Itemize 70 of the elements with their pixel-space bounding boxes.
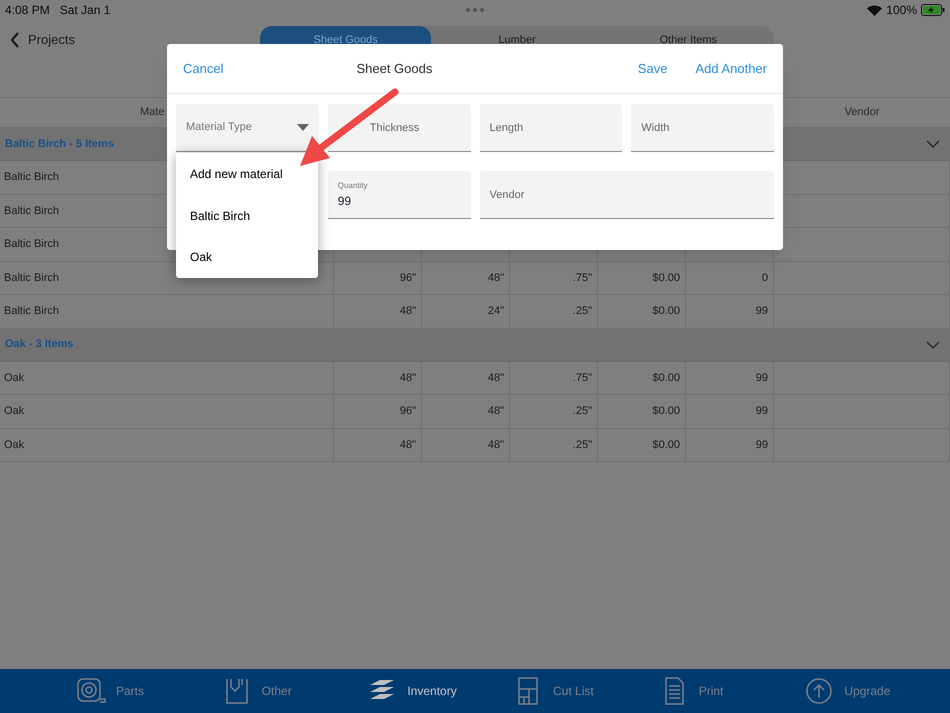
table-cell-text: 48" xyxy=(488,404,504,419)
tab-bar-item[interactable]: Other xyxy=(222,677,368,705)
table-cell-text: 96" xyxy=(400,404,416,419)
input-field[interactable]: Vendor xyxy=(480,171,774,219)
table-cell-text: Baltic Birch xyxy=(4,170,60,185)
tab-bar-item[interactable]: Parts xyxy=(76,677,222,705)
table-cell-text: .25" xyxy=(572,438,592,452)
more-dots-icon xyxy=(466,8,484,12)
tab-bar-item[interactable]: Upgrade xyxy=(804,677,950,705)
battery-charging-icon xyxy=(921,4,945,16)
input-field[interactable]: Width xyxy=(631,104,774,152)
table-cell-text: $0.00 xyxy=(652,270,680,286)
table-cell-text: $0.00 xyxy=(652,304,680,319)
dropdown-option[interactable]: Baltic Birch xyxy=(176,194,318,236)
status-date: Sat Jan 1 xyxy=(60,2,110,19)
table-cell-text: .75" xyxy=(572,370,592,386)
table-cell-text: 48" xyxy=(400,304,416,319)
table-cell-text: Oak xyxy=(4,370,24,386)
quantity-field[interactable]: Quantity 99 xyxy=(328,171,470,219)
table-cell-text: Baltic Birch xyxy=(4,270,60,286)
status-time: 4:08 PM xyxy=(5,2,50,19)
material-type-select[interactable]: Material Type xyxy=(176,104,319,152)
tab-bar-item[interactable]: Inventory xyxy=(367,677,514,705)
table-cell-text: 48" xyxy=(488,438,504,452)
table-cell-text: 99 xyxy=(756,304,768,319)
table-cell-text: 48" xyxy=(488,370,504,386)
cancel-button[interactable]: Cancel xyxy=(183,58,224,78)
tab-bar-item[interactable]: Print xyxy=(658,677,804,705)
column-header: Mate xyxy=(140,105,164,120)
up-arrow-circle-icon xyxy=(804,677,834,705)
table-cell-text: Baltic Birch xyxy=(4,304,60,319)
back-button[interactable]: Projects xyxy=(10,30,75,50)
dropdown-caret-icon xyxy=(296,124,309,131)
table-cell-text: Baltic Birch xyxy=(4,204,60,218)
table-cell-text: $0.00 xyxy=(652,370,680,386)
segment-tab[interactable]: Lumber xyxy=(431,26,603,58)
input-field[interactable]: Length xyxy=(480,104,622,152)
table-cell-text: Baltic Birch xyxy=(4,237,60,252)
table-cell-text: 96" xyxy=(400,270,416,286)
back-chevron-icon xyxy=(10,32,20,48)
table-cell-text: $0.00 xyxy=(652,404,680,419)
table-cell-text: 99 xyxy=(756,438,768,452)
table-cell-text: .25" xyxy=(572,404,592,419)
table-cell-text: 0 xyxy=(762,270,768,286)
segment-tab[interactable]: Other Items xyxy=(602,26,774,58)
dropdown-option[interactable]: Oak xyxy=(176,236,318,278)
table-cell-text: Oak xyxy=(4,438,24,452)
wifi-icon xyxy=(867,4,882,16)
column-header: Vendor xyxy=(844,105,880,120)
table-cell-text: 99 xyxy=(756,404,768,419)
table-cell-text: 99 xyxy=(756,370,768,386)
save-button[interactable]: Save xyxy=(638,58,668,78)
table-cell-text: $0.00 xyxy=(652,438,680,452)
dropdown-option[interactable]: Add new material xyxy=(176,153,318,195)
table-cell-text: 48" xyxy=(400,370,416,386)
group-header-row[interactable]: Oak - 3 Items xyxy=(0,328,950,362)
table-cell-text: .25" xyxy=(572,304,592,319)
table-cell-text: 24" xyxy=(488,304,504,319)
battery-percent: 100% xyxy=(886,2,917,19)
table-cell-text: 48" xyxy=(400,438,416,452)
input-field[interactable]: Thickness xyxy=(328,104,470,152)
table-cell-text: Oak xyxy=(4,404,24,419)
group-title: Oak - 3 Items xyxy=(5,337,74,352)
group-title: Baltic Birch - 5 Items xyxy=(5,136,114,152)
table-cell-text: 48" xyxy=(488,270,504,286)
add-another-button[interactable]: Add Another xyxy=(695,58,767,78)
modal-title: Sheet Goods xyxy=(356,60,432,78)
tape-measure-icon xyxy=(76,677,106,705)
table-cell-text: .75" xyxy=(572,270,592,286)
tab-bar-item[interactable]: Cut List xyxy=(513,677,659,705)
